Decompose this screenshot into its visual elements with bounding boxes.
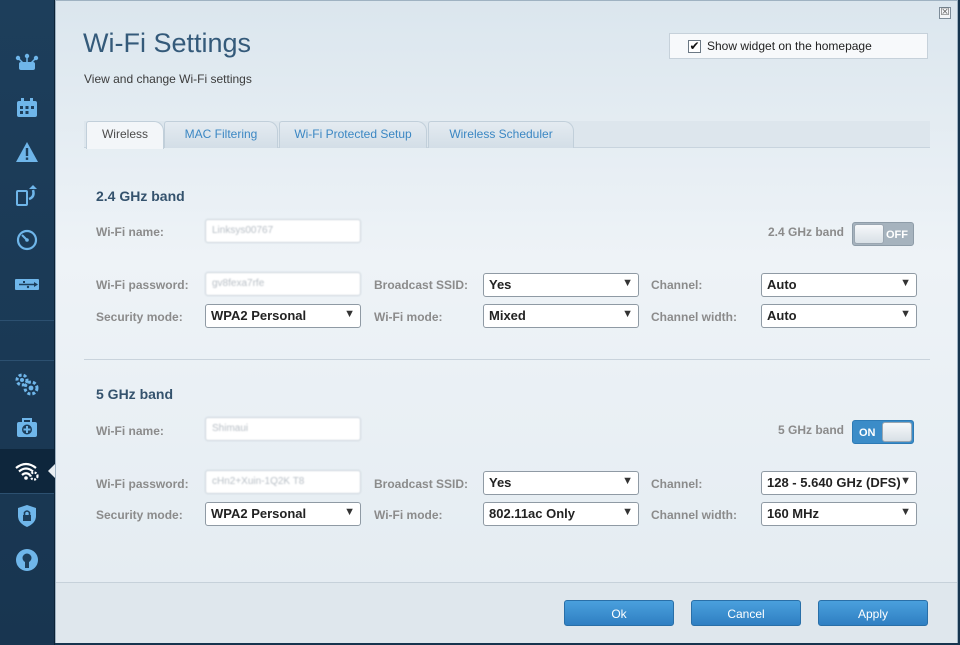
- chevron-down-icon: ▼: [344, 506, 355, 518]
- band5-wifi-name-input[interactable]: Shimaui: [205, 417, 361, 441]
- rail-item-linksys[interactable]: [0, 538, 54, 582]
- tab-wireless-scheduler[interactable]: Wireless Scheduler: [428, 121, 574, 148]
- band5-wifi-password-input[interactable]: cHn2+Xuin-1Q2K T8: [205, 470, 361, 494]
- update-arrows-icon: [16, 185, 37, 206]
- apply-button[interactable]: Apply: [818, 600, 928, 626]
- tab-wireless[interactable]: Wireless: [86, 121, 164, 149]
- band5-title: 5 GHz band: [96, 386, 174, 402]
- settings-dialog: ☒ Wi-Fi Settings View and change Wi-Fi s…: [55, 0, 958, 643]
- linksys-logo-icon: [16, 549, 38, 571]
- chevron-down-icon: ▼: [622, 277, 633, 289]
- band5-channel-width-select[interactable]: 160 MHz ▼: [761, 502, 917, 526]
- show-widget-toggle[interactable]: ✔ Show widget on the homepage: [669, 33, 928, 59]
- band5-toggle-label: 5 GHz band: [778, 423, 845, 437]
- band5-toggle-state: ON: [859, 427, 876, 439]
- band5-wifi-password-label: Wi-Fi password:: [96, 477, 189, 491]
- rail-item-wifi[interactable]: [0, 449, 55, 493]
- band5-broadcast-ssid-label: Broadcast SSID:: [374, 477, 469, 491]
- chevron-down-icon: ▼: [344, 308, 355, 320]
- band24-broadcast-ssid-label: Broadcast SSID:: [374, 278, 469, 292]
- chevron-down-icon: ▼: [622, 506, 633, 518]
- rail-item-device-list[interactable]: [0, 42, 54, 86]
- chevron-down-icon: ▼: [900, 506, 911, 518]
- band5-wifi-mode-label: Wi-Fi mode:: [374, 508, 443, 522]
- band24-title: 2.4 GHz band: [96, 188, 185, 204]
- band24-wifi-name-input[interactable]: Linksys00767: [205, 219, 361, 243]
- gears-icon: [15, 373, 39, 396]
- chevron-down-icon: ▼: [622, 475, 633, 487]
- band5-security-mode-label: Security mode:: [96, 508, 183, 522]
- band5-broadcast-ssid-value: Yes: [489, 475, 512, 490]
- chevron-down-icon: ▼: [622, 308, 633, 320]
- band5-broadcast-ssid-select[interactable]: Yes ▼: [483, 471, 639, 495]
- warning-triangle-icon: [16, 142, 38, 162]
- cancel-button[interactable]: Cancel: [691, 600, 801, 626]
- band5-channel-select[interactable]: 128 - 5.640 GHz (DFS) ▼: [761, 471, 917, 495]
- tab-bar: Wi-Fi Protected Setup Wireless Scheduler…: [84, 121, 930, 149]
- band24-toggle-state: OFF: [886, 229, 908, 241]
- close-icon[interactable]: ☒: [939, 7, 951, 19]
- band24-broadcast-ssid-value: Yes: [489, 277, 512, 292]
- band5-wifi-name-label: Wi-Fi name:: [96, 424, 164, 438]
- band24-channel-width-select[interactable]: Auto ▼: [761, 304, 917, 328]
- rail-item-settings[interactable]: [0, 362, 54, 406]
- band5-wifi-mode-select[interactable]: 802.11ac Only ▼: [483, 502, 639, 526]
- lock-shield-icon: [18, 505, 36, 527]
- band5-security-mode-select[interactable]: WPA2 Personal ▼: [205, 502, 361, 526]
- page-subtitle: View and change Wi-Fi settings: [84, 72, 252, 86]
- tab-mac-filtering[interactable]: MAC Filtering: [164, 121, 278, 148]
- band5-channel-value: 128 - 5.640 GHz (DFS): [767, 475, 901, 490]
- router-network-icon: [15, 53, 39, 70]
- band5-power-toggle[interactable]: ON: [852, 420, 914, 444]
- band5-channel-width-value: 160 MHz: [767, 506, 820, 521]
- band24-wifi-password-input[interactable]: gv8fexa7rfe: [205, 272, 361, 296]
- rail-item-security[interactable]: [0, 494, 54, 538]
- wifi-gear-icon: [15, 462, 39, 481]
- sidebar-rail: [0, 0, 55, 645]
- band24-channel-value: Auto: [767, 277, 797, 292]
- toggle-knob: [854, 224, 884, 244]
- band24-channel-width-value: Auto: [767, 308, 797, 323]
- first-aid-icon: [17, 418, 37, 437]
- band5-security-mode-value: WPA2 Personal: [211, 506, 307, 521]
- band5-channel-label: Channel:: [651, 477, 703, 491]
- band24-security-mode-value: WPA2 Personal: [211, 308, 307, 323]
- band24-toggle-label: 2.4 GHz band: [768, 225, 845, 239]
- band5-channel-width-label: Channel width:: [651, 508, 737, 522]
- band24-wifi-password-label: Wi-Fi password:: [96, 278, 189, 292]
- band24-channel-select[interactable]: Auto ▼: [761, 273, 917, 297]
- band-divider: [84, 359, 930, 360]
- speedometer-icon: [16, 229, 38, 251]
- checkbox-checked-icon[interactable]: ✔: [688, 39, 701, 53]
- show-widget-label: Show widget on the homepage: [707, 39, 872, 53]
- ok-button[interactable]: Ok: [564, 600, 674, 626]
- band24-power-toggle[interactable]: OFF: [852, 222, 914, 246]
- rail-item-usb-storage[interactable]: [0, 262, 54, 306]
- dialog-footer: Ok Cancel Apply: [56, 582, 957, 643]
- page-title: Wi-Fi Settings: [83, 28, 252, 58]
- band24-wifi-mode-label: Wi-Fi mode:: [374, 310, 443, 324]
- usb-icon: [15, 279, 39, 290]
- band24-broadcast-ssid-select[interactable]: Yes ▼: [483, 273, 639, 297]
- rail-item-connectivity[interactable]: [0, 174, 54, 218]
- tab-wifi-protected-setup[interactable]: Wi-Fi Protected Setup: [279, 121, 427, 148]
- band24-security-mode-select[interactable]: WPA2 Personal ▼: [205, 304, 361, 328]
- rail-item-troubleshooting[interactable]: [0, 406, 54, 450]
- rail-item-troubleshoot[interactable]: [0, 130, 54, 174]
- band5-wifi-mode-value: 802.11ac Only: [489, 506, 576, 521]
- band24-wifi-mode-value: Mixed: [489, 308, 526, 323]
- band24-channel-label: Channel:: [651, 278, 703, 292]
- rail-item-parental[interactable]: [0, 86, 54, 130]
- chevron-down-icon: ▼: [900, 475, 911, 487]
- band24-security-mode-label: Security mode:: [96, 310, 183, 324]
- toggle-knob: [882, 422, 912, 442]
- band24-wifi-mode-select[interactable]: Mixed ▼: [483, 304, 639, 328]
- calendar-grid-icon: [17, 98, 37, 117]
- rail-item-speed-test[interactable]: [0, 218, 54, 262]
- band24-channel-width-label: Channel width:: [651, 310, 737, 324]
- chevron-down-icon: ▼: [900, 277, 911, 289]
- chevron-down-icon: ▼: [900, 308, 911, 320]
- band24-wifi-name-label: Wi-Fi name:: [96, 225, 164, 239]
